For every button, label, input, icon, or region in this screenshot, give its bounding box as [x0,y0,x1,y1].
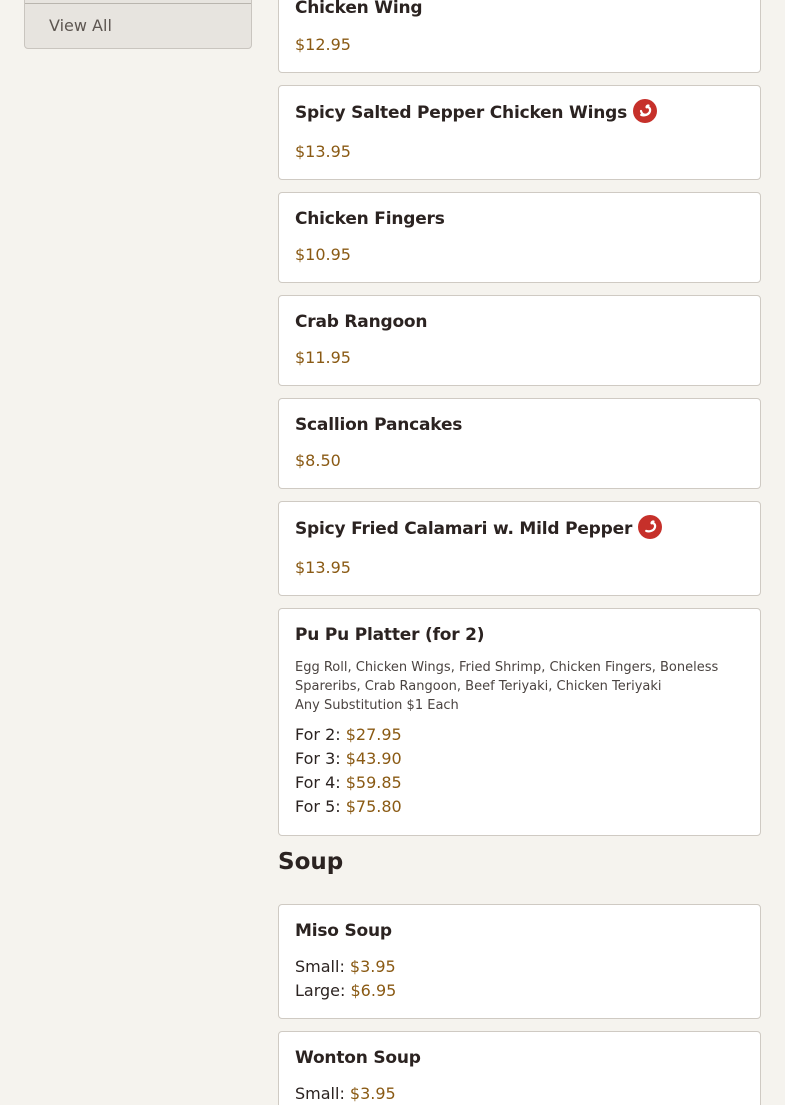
category-sidebar: View All [24,0,252,49]
menu-item-price: $13.95 [295,142,351,161]
menu-item-card[interactable]: Scallion Pancakes $8.50 [278,398,761,489]
price-option: For 2: $27.95 [295,725,402,744]
price-option: For 3: $43.90 [295,749,402,768]
menu-item-price: $11.95 [295,348,351,367]
price-option: Small: $3.95 [295,1084,396,1103]
price-option: For 5: $75.80 [295,797,402,816]
price-option: For 4: $59.85 [295,773,402,792]
menu-item-name: Spicy Fried Calamari w. Mild Pepper [295,519,633,539]
menu-item-card[interactable]: Chicken Wing $12.95 [278,0,761,73]
menu-item-card[interactable]: Wonton Soup Small: $3.95 [278,1031,761,1105]
menu-item-card[interactable]: Crab Rangoon $11.95 [278,295,761,386]
sidebar-divider [25,3,251,4]
menu-item-card[interactable]: Miso Soup Small: $3.95 Large: $6.95 [278,904,761,1019]
price-option: Large: $6.95 [295,981,397,1000]
menu-item-name: Pu Pu Platter (for 2) [295,625,485,645]
section-title-soup: Soup [278,849,344,875]
menu-item-card[interactable]: Spicy Fried Calamari w. Mild Pepper $13.… [278,501,761,596]
menu-page: View All Chicken Wing $12.95 Spicy Salte… [0,0,785,1105]
menu-item-name: Wonton Soup [295,1048,421,1068]
menu-item-price: $13.95 [295,558,351,577]
menu-item-name: Scallion Pancakes [295,415,463,435]
chili-pepper-icon [638,515,663,539]
menu-item-card[interactable]: Spicy Salted Pepper Chicken Wings $13.95 [278,85,761,180]
menu-item-price: $10.95 [295,245,351,264]
menu-item-name: Crab Rangoon [295,312,428,332]
price-option: Small: $3.95 [295,957,396,976]
menu-item-description: Egg Roll, Chicken Wings, Fried Shrimp, C… [295,660,719,713]
menu-item-name: Spicy Salted Pepper Chicken Wings [295,103,628,123]
sidebar-item-view-all[interactable]: View All [49,16,112,35]
menu-item-card[interactable]: Chicken Fingers $10.95 [278,192,761,283]
menu-item-name: Miso Soup [295,921,392,941]
chili-pepper-icon [633,99,658,123]
menu-item-name: Chicken Fingers [295,209,445,229]
menu-item-name: Chicken Wing [295,0,423,18]
menu-item-price: $12.95 [295,35,351,54]
menu-item-card[interactable]: Pu Pu Platter (for 2) Egg Roll, Chicken … [278,608,761,836]
menu-item-price: $8.50 [295,451,341,470]
